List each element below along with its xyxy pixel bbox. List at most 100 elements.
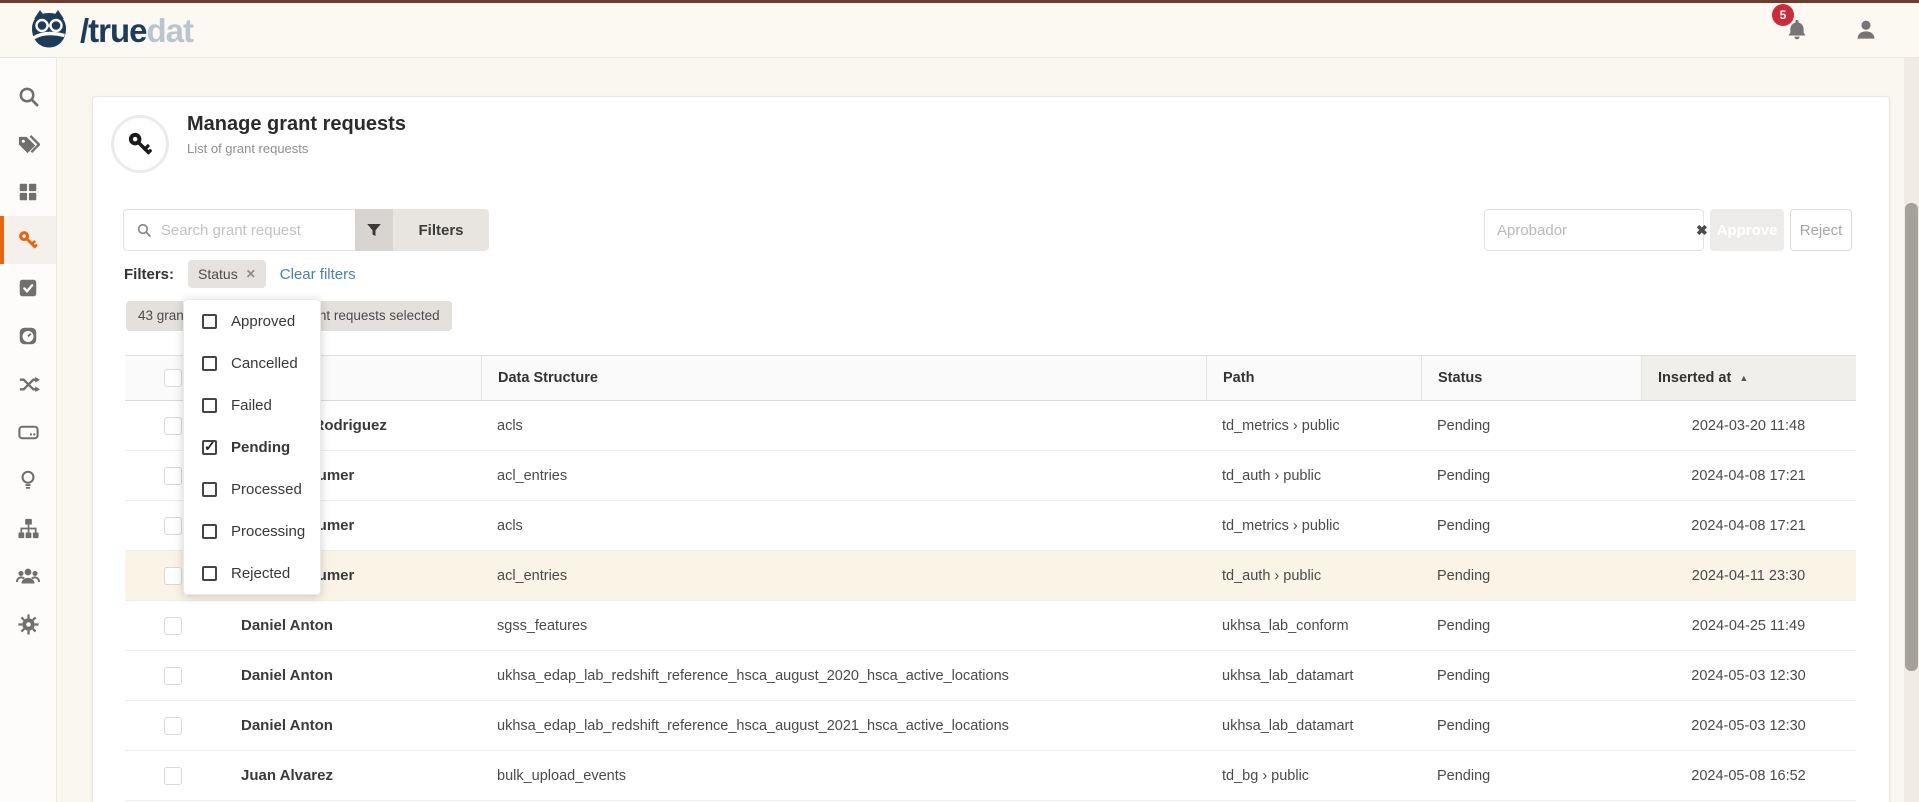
row-checkbox[interactable] <box>164 717 182 735</box>
inserted-at-cell: 2024-05-03 12:30 <box>1641 701 1856 750</box>
search-icon <box>17 85 40 108</box>
user-cell: Daniel Anton <box>221 601 481 650</box>
table-row[interactable]: Johann Baumer acl_entries td_auth › publ… <box>125 451 1856 501</box>
row-checkbox[interactable] <box>164 567 182 585</box>
inserted-at-cell: 2024-03-20 11:48 <box>1641 401 1856 450</box>
table-row[interactable]: Johann Baumer acl_entries td_auth › publ… <box>125 551 1856 601</box>
status-column-header[interactable]: Status <box>1421 356 1641 400</box>
status-cell: Pending <box>1421 501 1641 550</box>
data-structure-cell: acl_entries <box>481 451 1206 500</box>
notifications-button[interactable]: 5 <box>1785 18 1809 42</box>
page-title: Manage grant requests <box>187 113 406 136</box>
table-row[interactable]: Fernando Rodriguez acls td_metrics › pub… <box>125 401 1856 451</box>
approve-button[interactable]: Approve <box>1710 209 1784 251</box>
remove-chip-icon[interactable]: ✕ <box>246 267 256 281</box>
filter-funnel-button[interactable] <box>355 209 393 251</box>
status-cell: Pending <box>1421 651 1641 700</box>
inserted-at-column-header[interactable]: Inserted at ▲ <box>1641 356 1856 400</box>
sidebar-item-rules[interactable] <box>0 264 56 312</box>
path-cell: td_metrics › public <box>1206 401 1421 450</box>
sidebar-item-settings[interactable] <box>0 600 56 648</box>
chip-label: Status <box>198 266 238 282</box>
row-checkbox[interactable] <box>164 767 182 785</box>
status-option[interactable]: Cancelled <box>184 342 320 384</box>
search-group: Filters <box>123 209 489 251</box>
row-checkbox[interactable] <box>164 617 182 635</box>
sidebar-item-lineage[interactable] <box>0 360 56 408</box>
table-body: Fernando Rodriguez acls td_metrics › pub… <box>125 401 1856 801</box>
wordmark-dat: dat <box>147 12 194 49</box>
status-option[interactable]: Pending <box>184 426 320 468</box>
status-filter-chip[interactable]: Status ✕ <box>188 260 266 288</box>
checkbox-icon[interactable] <box>202 440 217 455</box>
status-option[interactable]: Rejected <box>184 552 320 594</box>
inserted-at-cell: 2024-05-03 12:30 <box>1641 651 1856 700</box>
table-row[interactable]: Johann Baumer acls td_metrics › public P… <box>125 501 1856 551</box>
sidebar-item-taxonomy[interactable] <box>0 504 56 552</box>
wordmark: /truedat <box>80 14 193 47</box>
checkbox-icon[interactable] <box>202 314 217 329</box>
data-structure-cell: acls <box>481 501 1206 550</box>
table-row[interactable]: Juan Alvarez bulk_upload_events td_bg › … <box>125 751 1856 801</box>
row-checkbox[interactable] <box>164 667 182 685</box>
table-row[interactable]: Daniel Anton ukhsa_edap_lab_redshift_ref… <box>125 701 1856 751</box>
clear-approver-icon[interactable]: ✖ <box>1696 222 1708 239</box>
sidebar-item-grant-requests[interactable] <box>0 216 56 264</box>
row-checkbox[interactable] <box>164 517 182 535</box>
row-checkbox[interactable] <box>164 417 182 435</box>
funnel-icon <box>365 221 383 239</box>
path-column-header[interactable]: Path <box>1206 356 1421 400</box>
status-option-label: Rejected <box>231 565 290 582</box>
select-all-checkbox[interactable] <box>164 369 182 387</box>
checkbox-icon[interactable] <box>202 482 217 497</box>
top-bar: /truedat 5 <box>0 0 1919 58</box>
status-option[interactable]: Processed <box>184 468 320 510</box>
status-option-label: Failed <box>231 397 272 414</box>
status-option[interactable]: Failed <box>184 384 320 426</box>
lightbulb-icon <box>17 469 39 491</box>
sidebar-item-insights[interactable] <box>0 456 56 504</box>
gear-icon <box>17 613 40 636</box>
data-structure-cell: ukhsa_edap_lab_redshift_reference_hsca_a… <box>481 651 1206 700</box>
status-cell: Pending <box>1421 551 1641 600</box>
table-row[interactable]: Daniel Anton ukhsa_edap_lab_redshift_ref… <box>125 651 1856 701</box>
checkbox-icon[interactable] <box>202 356 217 371</box>
path-cell: ukhsa_lab_conform <box>1206 601 1421 650</box>
clear-filters-link[interactable]: Clear filters <box>280 266 356 283</box>
table-row[interactable]: Daniel Anton sgss_features ukhsa_lab_con… <box>125 601 1856 651</box>
sidebar-item-search[interactable] <box>0 72 56 120</box>
sidebar-item-users[interactable] <box>0 552 56 600</box>
search-input[interactable] <box>161 222 343 239</box>
status-option-label: Processed <box>231 481 302 498</box>
app: /truedat 5 <box>0 0 1919 802</box>
checkbox-icon[interactable] <box>202 566 217 581</box>
data-structure-column-header[interactable]: Data Structure <box>481 356 1206 400</box>
row-checkbox[interactable] <box>164 467 182 485</box>
status-filter-dropdown: Approved Cancelled Failed Pending Proces… <box>183 299 321 595</box>
sidebar-item-glossary[interactable] <box>0 120 56 168</box>
notification-badge: 5 <box>1772 4 1794 26</box>
path-cell: ukhsa_lab_datamart <box>1206 701 1421 750</box>
data-structure-cell: bulk_upload_events <box>481 751 1206 800</box>
filters-button[interactable]: Filters <box>393 209 489 251</box>
approve-group: ✖ Approve Reject <box>1484 209 1852 251</box>
filters-label: Filters: <box>124 266 174 283</box>
sidebar-item-catalog[interactable] <box>0 168 56 216</box>
status-option-label: Cancelled <box>231 355 298 372</box>
status-option[interactable]: Processing <box>184 510 320 552</box>
sidebar-item-structures[interactable] <box>0 408 56 456</box>
status-cell: Pending <box>1421 401 1641 450</box>
user-avatar-icon[interactable] <box>1853 17 1879 43</box>
checkbox-icon[interactable] <box>202 524 217 539</box>
truedat-logo[interactable]: /truedat <box>26 9 193 51</box>
page-scrollbar-track[interactable] <box>1904 58 1919 802</box>
path-cell: td_auth › public <box>1206 451 1421 500</box>
status-option[interactable]: Approved <box>184 300 320 342</box>
sidebar-item-quality[interactable] <box>0 312 56 360</box>
page-scrollbar-thumb[interactable] <box>1905 203 1918 671</box>
reject-button[interactable]: Reject <box>1790 209 1852 251</box>
path-cell: td_metrics › public <box>1206 501 1421 550</box>
checkbox-icon[interactable] <box>202 398 217 413</box>
grid-icon <box>17 181 39 203</box>
approver-input[interactable] <box>1497 222 1696 239</box>
